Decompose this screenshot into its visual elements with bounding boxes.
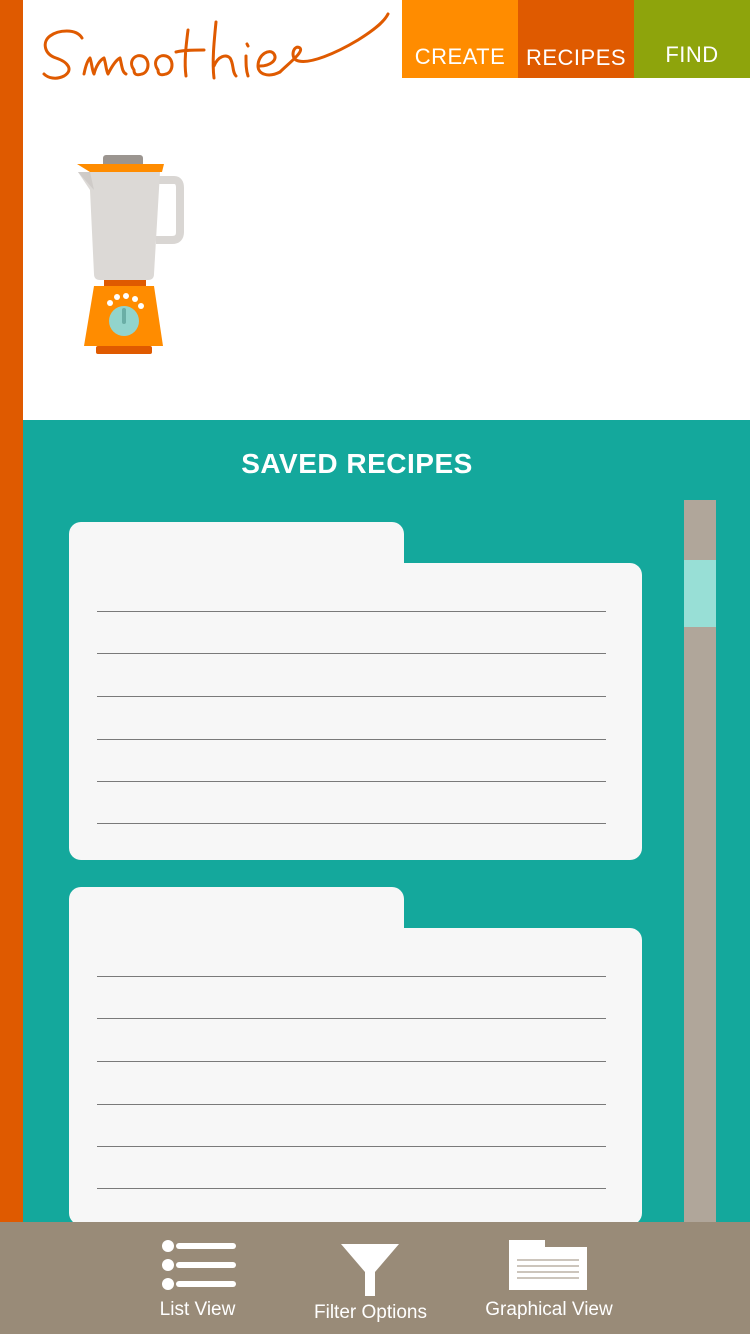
recipe-card-body [69, 563, 642, 860]
recipe-card[interactable] [69, 887, 642, 1222]
card-line [97, 696, 606, 697]
card-line [97, 1188, 606, 1189]
recipe-card[interactable] [69, 522, 642, 860]
tab-find[interactable]: FIND [634, 0, 750, 78]
card-line [97, 1061, 606, 1062]
side-accent-bar [0, 0, 23, 1222]
card-line [97, 781, 606, 782]
filter-options-button[interactable]: Filter Options [300, 1222, 441, 1334]
card-line [97, 1018, 606, 1019]
list-view-button[interactable]: List View [140, 1222, 255, 1334]
list-icon [162, 1240, 236, 1290]
graphical-view-button[interactable]: Graphical View [475, 1222, 623, 1334]
smoothies-logo [42, 12, 390, 80]
funnel-icon [341, 1244, 399, 1296]
card-line [97, 823, 606, 824]
scrollbar-thumb[interactable] [684, 560, 716, 627]
tab-recipes[interactable]: RECIPES [518, 0, 634, 78]
tab-recipes-label: RECIPES [525, 45, 627, 70]
card-line [97, 611, 606, 612]
tab-find-label: FIND [665, 42, 719, 67]
bottom-nav: List View Filter Options Graphical View [0, 1222, 750, 1334]
card-line [97, 739, 606, 740]
card-line [97, 1104, 606, 1105]
saved-recipes-panel: SAVED RECIPES [23, 420, 750, 1222]
graphical-view-label: Graphical View [485, 1299, 613, 1320]
filter-options-label: Filter Options [314, 1302, 427, 1323]
scrollbar[interactable] [684, 500, 716, 1222]
recipe-card-body [69, 928, 642, 1222]
card-line [97, 653, 606, 654]
tab-create[interactable]: CREATE [402, 0, 518, 78]
list-view-label: List View [159, 1299, 236, 1320]
card-line [97, 1146, 606, 1147]
tab-create-label: CREATE [414, 44, 506, 69]
card-line [97, 976, 606, 977]
saved-recipes-title: SAVED RECIPES [241, 448, 473, 479]
blender-icon [77, 155, 184, 354]
folder-icon [509, 1240, 587, 1290]
